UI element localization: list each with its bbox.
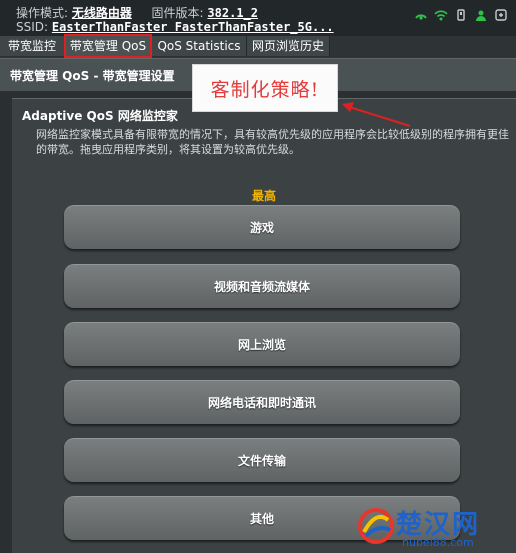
tab-qos[interactable]: 带宽管理 QoS	[65, 36, 152, 56]
network-status-icon[interactable]	[414, 8, 428, 22]
panel-description: 网络监控家模式具备有限带宽的情况下，具有较高优先级的应用程序会比较低级别的程序拥…	[36, 128, 509, 156]
operation-mode-link[interactable]: 无线路由器	[72, 6, 132, 20]
usb-icon[interactable]	[454, 8, 468, 22]
tab-bar: 带宽监控 带宽管理 QoS QoS Statistics 网页浏览历史	[0, 36, 516, 58]
qos-panel: Adaptive QoS 网络监控家 网络监控家模式具备有限带宽的情况下，具有较…	[12, 98, 516, 553]
tab-bandwidth-monitor[interactable]: 带宽监控	[0, 36, 65, 56]
annotation-arrow-icon	[342, 102, 411, 127]
watermark-logo-icon	[358, 508, 394, 544]
tab-web-history[interactable]: 网页浏览历史	[247, 36, 330, 56]
firmware-version-link[interactable]: 382.1_2	[207, 6, 258, 20]
ssid-line: SSID: EasterThanFaster FasterThanFaster_…	[16, 20, 334, 34]
annotation-text: 客制化策略!	[210, 78, 320, 101]
highest-priority-label: 最高	[251, 189, 276, 203]
panel-title: Adaptive QoS 网络监控家	[22, 109, 178, 123]
watermark: 楚汉网 hubei88.com	[354, 502, 516, 552]
watermark-url: hubei88.com	[402, 536, 474, 549]
status-icons	[414, 8, 508, 22]
priority-item-web-browsing[interactable]: 网上浏览	[64, 322, 460, 366]
mode-firmware-line: 操作模式: 无线路由器 固件版本: 382.1_2	[16, 4, 258, 21]
wifi-icon[interactable]	[434, 8, 448, 22]
firmware-label: 固件版本:	[151, 6, 204, 20]
ssid-value: EasterThanFaster FasterThanFaster_5G...	[51, 20, 334, 34]
priority-item-voip-im[interactable]: 网络电话和即时通讯	[64, 380, 460, 424]
ssid-label: SSID:	[16, 20, 49, 34]
priority-item-streaming[interactable]: 视频和音频流媒体	[64, 264, 460, 308]
section-title: 带宽管理 QoS - 带宽管理设置	[10, 69, 175, 83]
user-icon[interactable]	[474, 8, 488, 22]
tab-qos-statistics[interactable]: QoS Statistics	[152, 36, 247, 56]
operation-mode-label: 操作模式:	[16, 6, 69, 20]
app-icon[interactable]	[494, 8, 508, 22]
priority-item-gaming[interactable]: 游戏	[64, 205, 460, 249]
priority-item-file-transfer[interactable]: 文件传输	[64, 438, 460, 482]
top-header: 操作模式: 无线路由器 固件版本: 382.1_2 SSID: EasterTh…	[0, 0, 516, 36]
annotation-box: 客制化策略!	[192, 64, 338, 112]
